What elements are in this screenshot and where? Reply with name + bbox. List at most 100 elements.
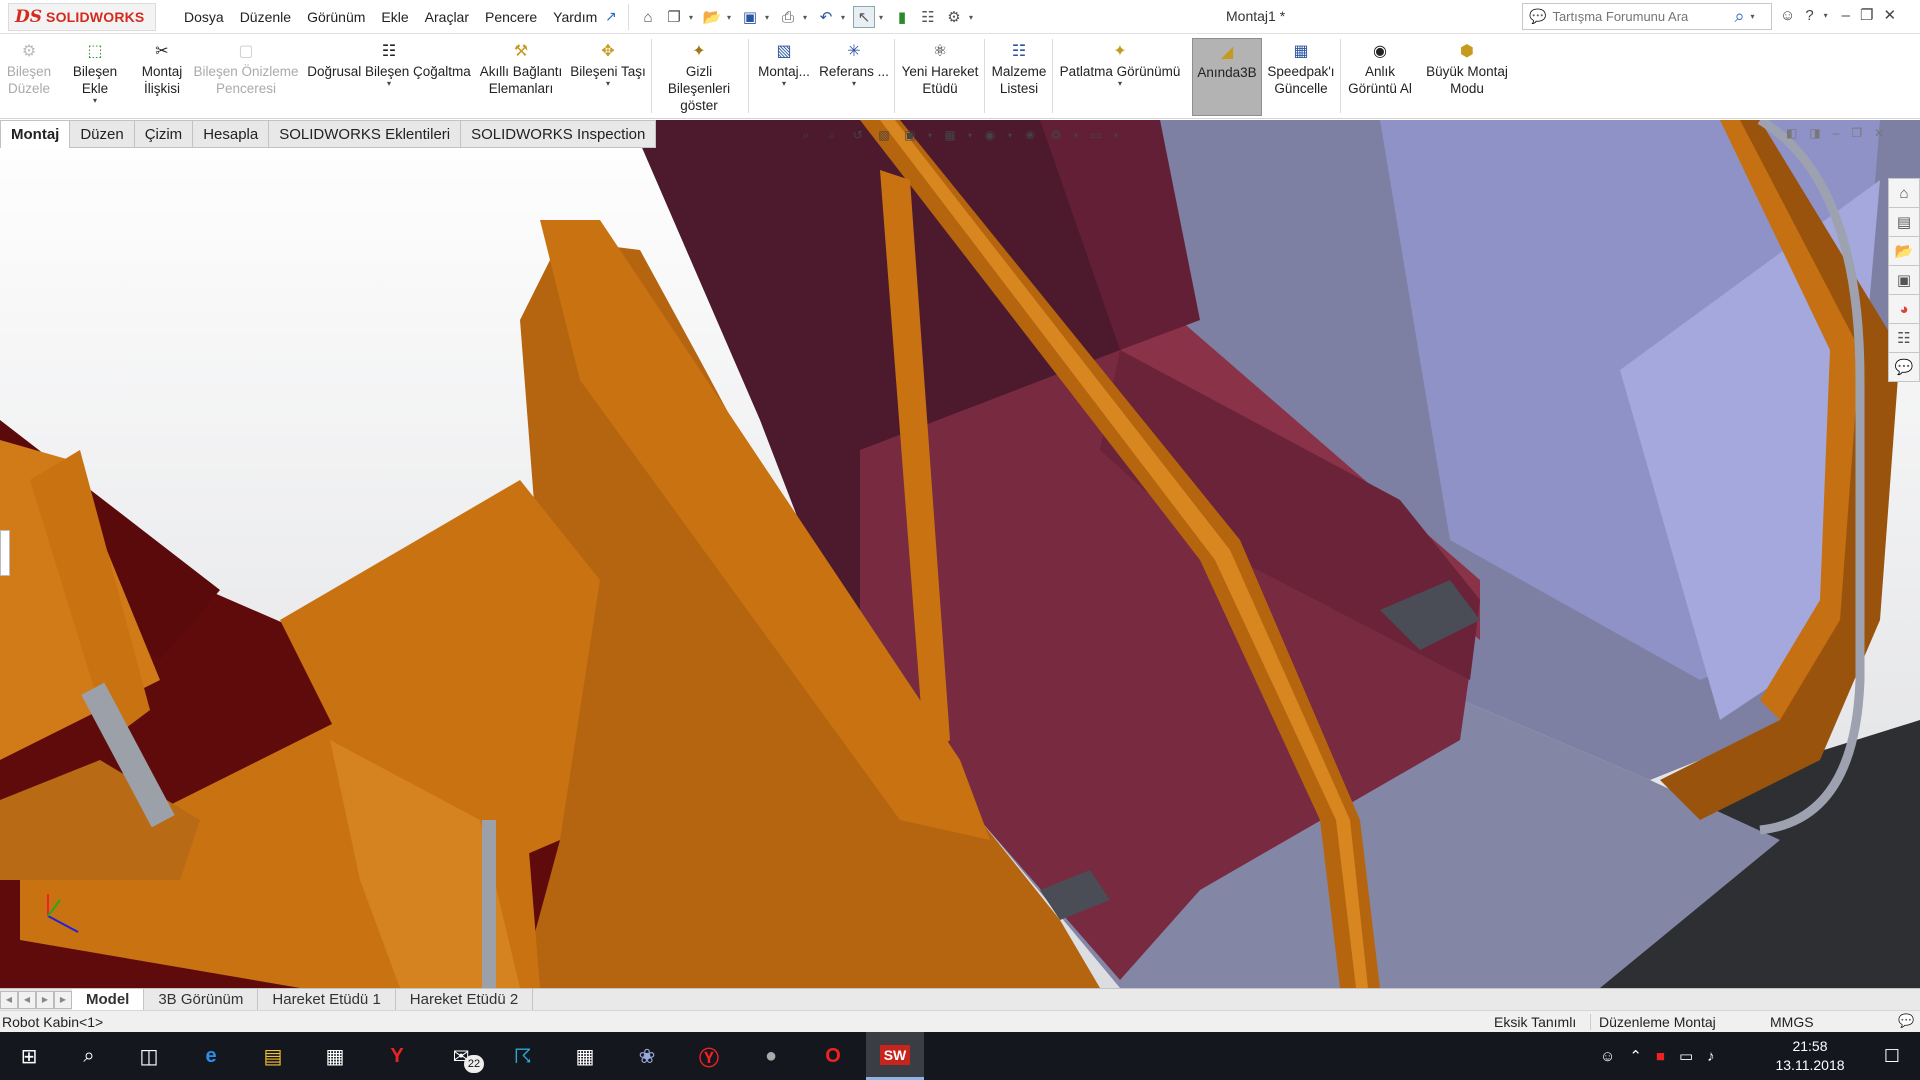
tile-left-icon[interactable]: ◧ (1786, 126, 1797, 140)
show-hidden-components-button[interactable]: ✦ Gizli Bileşenleri göster (654, 41, 744, 114)
chevron-down-icon[interactable]: ▾ (93, 97, 97, 105)
pin-icon[interactable]: ↗ (605, 8, 617, 25)
tab-assembly[interactable]: Montaj (0, 120, 71, 148)
tile-right-icon[interactable]: ◨ (1809, 126, 1820, 140)
tab-layout[interactable]: Düzen (70, 120, 135, 148)
open-folder-icon[interactable]: 📂 (701, 6, 723, 28)
new-document-icon[interactable]: ❐ (663, 6, 685, 28)
section-view-icon[interactable]: ▧ (874, 126, 894, 144)
antivirus-icon[interactable]: ■ (1656, 1048, 1665, 1065)
calculator-icon[interactable]: ▦ (556, 1032, 614, 1080)
restore-icon[interactable]: ❐ (1851, 126, 1862, 140)
menu-tools[interactable]: Araçlar (417, 9, 477, 25)
tab-addins[interactable]: SOLIDWORKS Eklentileri (269, 120, 462, 148)
menu-help[interactable]: Yardım (545, 9, 605, 25)
zoom-to-area-icon[interactable]: ⌕ (822, 126, 842, 144)
reference-geometry-button[interactable]: ✳ Referans ... ▾ (818, 41, 890, 88)
display-style-icon[interactable]: ▦ (940, 126, 960, 144)
chevron-down-icon[interactable]: ▾ (926, 126, 934, 144)
apply-scene-icon[interactable]: ❂ (1046, 126, 1066, 144)
chevron-down-icon[interactable]: ▾ (782, 80, 786, 88)
solidworks-resources-icon[interactable]: ⌂ (1888, 178, 1920, 208)
user-icon[interactable]: ☺ (1780, 7, 1795, 24)
smart-fasteners-button[interactable]: ⚒ Akıllı Bağlantı Elemanları (478, 41, 564, 97)
assembly-3d-model[interactable] (0, 120, 1920, 988)
new-motion-study-button[interactable]: ⚛ Yeni Hareket Etüdü (898, 41, 982, 97)
chevron-down-icon[interactable]: ▾ (1006, 126, 1014, 144)
tab-motion-study-2[interactable]: Hareket Etüdü 2 (396, 988, 534, 1011)
minimize-icon[interactable]: – (1833, 126, 1840, 140)
search-input[interactable] (1552, 9, 1729, 24)
chevron-down-icon[interactable]: ▾ (727, 13, 735, 22)
prev-tab-icon[interactable]: ◀ (18, 990, 36, 1009)
options-gear-icon[interactable]: ⚙ (943, 6, 965, 28)
mail-icon[interactable]: ✉ 22 (432, 1032, 490, 1080)
solidworks-logo[interactable]: DS SOLIDWORKS (8, 3, 156, 31)
component-preview-button[interactable]: ▢ Bileşen Önizleme Penceresi (192, 41, 300, 97)
chevron-up-icon[interactable]: ⌃ (1629, 1047, 1642, 1065)
chevron-down-icon[interactable]: ▾ (765, 13, 773, 22)
menu-view[interactable]: Görünüm (299, 9, 373, 25)
exploded-view-button[interactable]: ✦ Patlatma Görünümü ▾ (1056, 41, 1184, 88)
chevron-down-icon[interactable]: ▾ (689, 13, 697, 22)
restore-icon[interactable]: ❐ (1860, 6, 1873, 24)
chat-icon[interactable]: 💬 (1898, 1013, 1914, 1029)
custom-properties-icon[interactable]: ☷ (1888, 323, 1920, 353)
people-icon[interactable]: ☺ (1600, 1048, 1615, 1065)
chevron-down-icon[interactable]: ▾ (803, 13, 811, 22)
chevron-down-icon[interactable]: ▾ (966, 126, 974, 144)
linear-pattern-button[interactable]: ☷ Doğrusal Bileşen Çoğaltma ▾ (304, 41, 474, 88)
chevron-down-icon[interactable]: ▾ (852, 80, 856, 88)
yandex-icon[interactable]: Y (368, 1032, 426, 1080)
chevron-down-icon[interactable]: ▾ (1072, 126, 1080, 144)
volume-icon[interactable]: ♪ (1707, 1048, 1715, 1065)
next-tab-icon[interactable]: ▶ (36, 990, 54, 1009)
chevron-down-icon[interactable]: ▾ (841, 13, 849, 22)
chevron-down-icon[interactable]: ▾ (1112, 126, 1120, 144)
unit-system[interactable]: MMGS (1770, 1014, 1814, 1030)
file-properties-icon[interactable]: ☷ (917, 6, 939, 28)
previous-view-icon[interactable]: ↺ (848, 126, 868, 144)
tab-evaluate[interactable]: Hesapla (193, 120, 270, 148)
file-explorer-icon[interactable]: ▤ (244, 1032, 302, 1080)
assembly-features-button[interactable]: ▧ Montaj... ▾ (754, 41, 814, 88)
chevron-down-icon[interactable]: ▾ (1118, 80, 1122, 88)
clock[interactable]: 21:58 13.11.2018 (1772, 1037, 1848, 1075)
tab-3d-view[interactable]: 3B Görünüm (144, 988, 259, 1011)
feature-manager-toggle[interactable] (0, 530, 10, 576)
tab-sketch[interactable]: Çizim (134, 120, 194, 148)
graphics-area[interactable] (0, 120, 1920, 988)
last-tab-icon[interactable]: ▶ (54, 990, 72, 1009)
chevron-down-icon[interactable]: ▾ (1751, 12, 1759, 21)
tab-motion-study-1[interactable]: Hareket Etüdü 1 (258, 988, 396, 1011)
first-tab-icon[interactable]: ◀ (0, 990, 18, 1009)
search-icon[interactable]: ⌕ (60, 1032, 118, 1080)
file-explorer-icon[interactable]: 📂 (1888, 236, 1920, 266)
chevron-down-icon[interactable]: ▾ (387, 80, 391, 88)
zoom-to-fit-icon[interactable]: ⌕ (796, 126, 816, 144)
home-icon[interactable]: ⌂ (637, 6, 659, 28)
paint-icon[interactable]: ❀ (618, 1032, 676, 1080)
edge-icon[interactable]: e (182, 1032, 240, 1080)
minimize-icon[interactable]: – (1842, 7, 1850, 24)
forum-icon[interactable]: 💬 (1888, 352, 1920, 382)
solidworks-icon[interactable]: SW (866, 1032, 924, 1080)
edit-component-button[interactable]: ⚙ Bileşen Düzele (6, 41, 52, 97)
chevron-down-icon[interactable]: ▾ (1824, 11, 1832, 20)
chevron-down-icon[interactable]: ▾ (969, 13, 977, 22)
undo-icon[interactable]: ↶ (815, 6, 837, 28)
hide-show-icon[interactable]: ◉ (980, 126, 1000, 144)
view-settings-icon[interactable]: ▭ (1086, 126, 1106, 144)
menu-file[interactable]: Dosya (176, 9, 232, 25)
appearances-icon[interactable]: ◕ (1888, 294, 1920, 324)
yandex-browser-icon[interactable]: Ⓨ (680, 1032, 738, 1080)
close-icon[interactable]: ✕ (1883, 6, 1896, 24)
print-icon[interactable]: ⎙ (777, 6, 799, 28)
bill-of-materials-button[interactable]: ☷ Malzeme Listesi (988, 41, 1050, 97)
store-icon[interactable]: ▦ (306, 1032, 364, 1080)
design-library-icon[interactable]: ▤ (1888, 207, 1920, 237)
chevron-down-icon[interactable]: ▾ (606, 80, 610, 88)
menu-insert[interactable]: Ekle (373, 9, 416, 25)
close-icon[interactable]: ✕ (1874, 126, 1884, 140)
app-icon[interactable]: ● (742, 1032, 800, 1080)
